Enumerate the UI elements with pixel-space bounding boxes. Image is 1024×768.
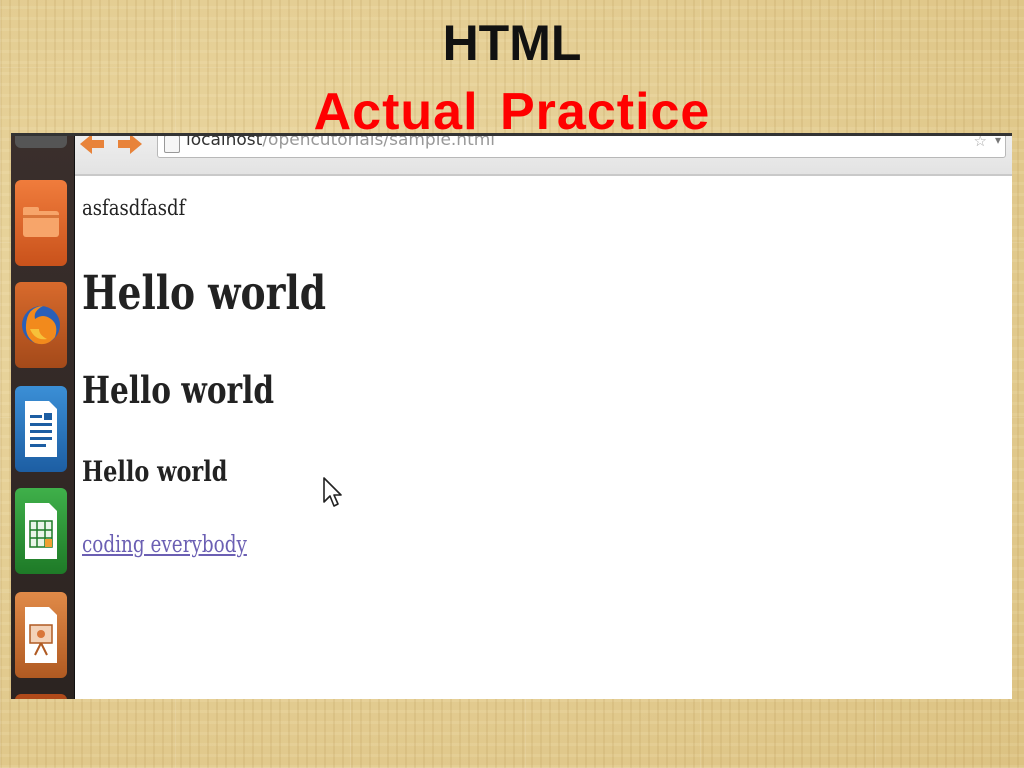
heading-h1: Hello world — [82, 266, 327, 321]
bookmark-star-icon[interactable]: ☆ — [974, 136, 987, 150]
browser-window: localhost/opencutorials/sample.html ☆ ▾ … — [75, 136, 1012, 699]
back-forward-arrows-icon[interactable] — [78, 133, 144, 158]
ubuntu-launcher — [11, 136, 75, 699]
url-path: /opencutorials/sample.html — [262, 133, 496, 150]
browser-toolbar: localhost/opencutorials/sample.html ☆ ▾ — [75, 136, 1012, 176]
launcher-item-firefox[interactable] — [15, 282, 67, 368]
libreoffice-writer-icon — [25, 401, 57, 457]
launcher-item-files[interactable] — [15, 180, 67, 266]
launcher-item-top[interactable] — [15, 136, 67, 148]
paragraph-text: asfasdfasdf — [82, 196, 186, 220]
page-content: asfasdfasdf Hello world Hello world Hell… — [82, 176, 1012, 699]
heading-h2: Hello world — [82, 368, 275, 412]
chevron-down-icon[interactable]: ▾ — [995, 136, 1001, 147]
mouse-cursor-icon — [323, 477, 342, 507]
launcher-item-next[interactable] — [15, 694, 67, 699]
url-bar[interactable]: localhost/opencutorials/sample.html ☆ ▾ — [157, 133, 1006, 158]
libreoffice-impress-icon — [25, 607, 57, 663]
page-icon — [164, 136, 180, 153]
slide-title: HTML — [442, 15, 582, 71]
launcher-item-writer[interactable] — [15, 386, 67, 472]
heading-h3: Hello world — [82, 455, 228, 488]
launcher-item-calc[interactable] — [15, 488, 67, 574]
coding-everybody-link[interactable]: coding everybody — [82, 532, 247, 558]
url-host: localhost — [186, 133, 263, 150]
url-text: localhost/opencutorials/sample.html — [186, 133, 496, 150]
files-folder-icon — [23, 207, 59, 237]
launcher-item-impress[interactable] — [15, 592, 67, 678]
libreoffice-calc-icon — [25, 503, 57, 559]
embedded-screenshot: localhost/opencutorials/sample.html ☆ ▾ … — [11, 133, 1012, 699]
firefox-icon — [22, 306, 60, 345]
